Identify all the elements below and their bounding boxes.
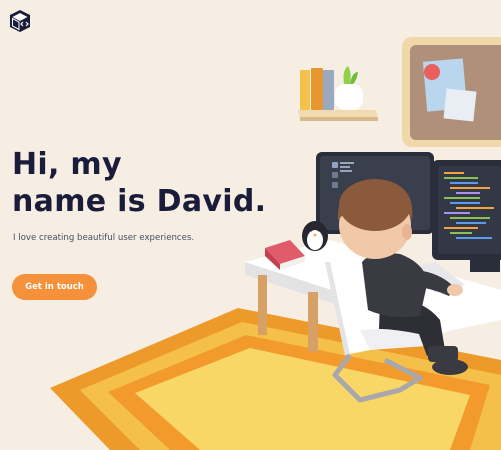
developer-illustration <box>50 37 501 450</box>
cube-code-logo-icon[interactable] <box>8 9 32 33</box>
monitor-right <box>432 160 501 272</box>
hero-title-line-2: name is David. <box>12 184 267 219</box>
get-in-touch-button[interactable]: Get in touch <box>12 274 97 300</box>
pinboard <box>402 37 501 147</box>
hero-title: Hi, my name is David. <box>12 146 282 220</box>
wall-shelf <box>298 66 378 121</box>
hero-subtitle: I love creating beautiful user experienc… <box>13 233 195 243</box>
hero-title-line-1: Hi, my <box>12 147 122 182</box>
penguin-figure <box>302 221 328 251</box>
